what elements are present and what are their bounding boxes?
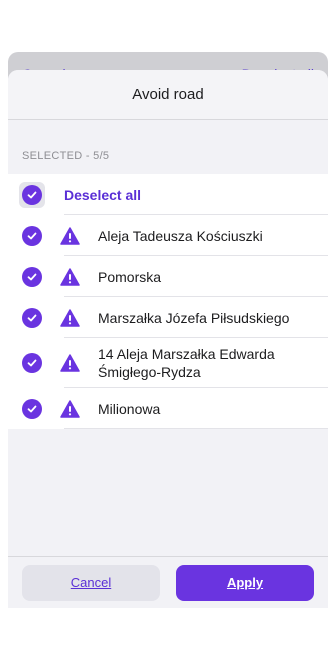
- road-row[interactable]: Pomorska: [8, 256, 328, 297]
- road-name: Aleja Tadeusza Kościuszki: [98, 227, 263, 244]
- road-name: Marszałka Józefa Piłsudskiego: [98, 309, 290, 326]
- checkmark-icon: [22, 184, 42, 205]
- road-name: 14 Aleja Marszałka Edwarda Śmigłego-Rydz…: [98, 346, 275, 380]
- sheet-title: Avoid road: [132, 86, 204, 103]
- row-divider: [64, 428, 328, 429]
- apply-button[interactable]: Apply: [176, 564, 314, 601]
- road-row[interactable]: Marszałka Józefa Piłsudskiego: [8, 297, 328, 338]
- checkmark-icon[interactable]: [22, 225, 42, 246]
- road-name: Milionowa: [98, 400, 161, 417]
- warning-icon: [60, 308, 80, 327]
- road-list: Deselect all Aleja Tadeusza Kościuszki P…: [8, 174, 328, 429]
- checkmark-icon[interactable]: [22, 398, 42, 419]
- road-row[interactable]: Aleja Tadeusza Kościuszki: [8, 215, 328, 256]
- deselect-all-checkbox[interactable]: [19, 181, 45, 208]
- screen: Cancel Deselect all Avoid road SELECTED …: [0, 0, 336, 664]
- deselect-all-row[interactable]: Deselect all: [8, 174, 328, 215]
- avoid-road-sheet: Avoid road SELECTED - 5/5 Deselect all A…: [8, 70, 328, 608]
- warning-icon: [60, 226, 80, 245]
- warning-icon: [60, 267, 80, 286]
- checkmark-icon[interactable]: [22, 353, 42, 373]
- deselect-all-label: Deselect all: [64, 186, 142, 203]
- road-name: Pomorska: [98, 268, 162, 285]
- road-row[interactable]: Milionowa: [8, 388, 328, 429]
- checkmark-icon[interactable]: [22, 266, 42, 287]
- sheet-footer: Cancel Apply: [8, 556, 328, 608]
- warning-icon: [60, 399, 80, 418]
- checkmark-icon[interactable]: [22, 307, 42, 328]
- road-row[interactable]: 14 Aleja Marszałka Edwarda Śmigłego-Rydz…: [8, 338, 328, 388]
- cancel-button[interactable]: Cancel: [22, 564, 160, 601]
- section-label: SELECTED - 5/5: [22, 150, 110, 162]
- sheet-header: Avoid road: [8, 70, 328, 120]
- warning-icon: [60, 354, 80, 372]
